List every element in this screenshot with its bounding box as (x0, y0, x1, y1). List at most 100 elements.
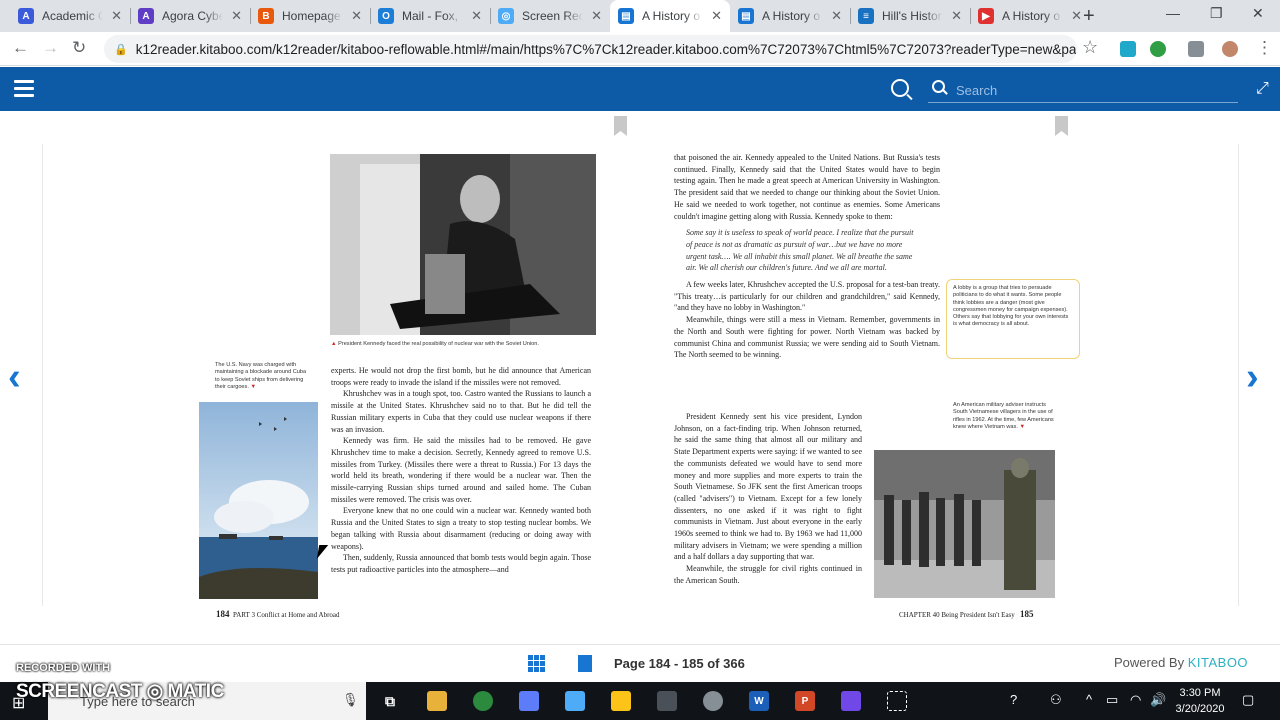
snip-icon[interactable] (887, 691, 907, 711)
bookmark-right-icon[interactable] (1055, 116, 1068, 136)
tab-close-icon[interactable]: ✕ (1071, 8, 1082, 24)
word-icon[interactable]: W (749, 691, 769, 711)
paint-icon[interactable] (519, 691, 539, 711)
fullscreen-icon[interactable]: ⤢ (1256, 80, 1269, 98)
tab-close-icon[interactable]: ✕ (711, 8, 722, 24)
browser-tab[interactable]: ≡ Hill's Histor ✕ (850, 0, 970, 32)
taskbar-clock[interactable]: 3:30 PM 3/20/2020 (1170, 685, 1230, 717)
grid-view-icon[interactable] (528, 655, 547, 672)
reader-header (0, 67, 1280, 111)
tab-close-icon[interactable]: ✕ (831, 8, 842, 24)
bookmark-star-icon[interactable]: ☆ (1082, 37, 1098, 58)
search-icon (932, 80, 945, 93)
page-edge (1238, 144, 1239, 606)
browser-tab[interactable]: ▤ A History o ✕ (730, 0, 850, 32)
browser-toolbar: ← → ↻ 🔒 k12reader.kitaboo.com/k12reader/… (0, 32, 1280, 66)
tab-title: Homepage (282, 9, 341, 23)
app-icon[interactable] (703, 691, 723, 711)
tab-title: A History o (762, 9, 821, 23)
mouse-cursor (316, 545, 329, 559)
microphone-icon[interactable]: 🎙 (342, 692, 359, 708)
tab-favicon-icon: B (258, 8, 274, 24)
media-icon[interactable] (1188, 41, 1204, 57)
tab-close-icon[interactable]: ✕ (951, 8, 962, 24)
sticky-notes-icon[interactable] (611, 691, 631, 711)
back-icon[interactable]: ← (12, 38, 29, 58)
previous-page-arrow-icon[interactable]: ‹ (8, 356, 21, 399)
tab-favicon-icon: ▤ (618, 8, 634, 24)
people-icon[interactable]: ⚇ (1050, 692, 1062, 708)
restore-icon[interactable]: ❐ (1210, 5, 1223, 22)
avatar[interactable] (1222, 41, 1238, 57)
hamburger-menu-icon[interactable] (14, 80, 34, 101)
app-icon[interactable] (841, 691, 861, 711)
tab-close-icon[interactable]: ✕ (351, 8, 362, 24)
page-edge (42, 144, 43, 606)
reader-footer: Page 184 - 185 of 366 Powered By KITABOO (0, 644, 1280, 682)
app-icon[interactable] (565, 691, 585, 711)
address-bar[interactable]: 🔒 k12reader.kitaboo.com/k12reader/kitabo… (104, 35, 1077, 63)
left-page-text: experts. He would not drop the first bom… (331, 366, 591, 574)
chrome-icon[interactable] (473, 691, 493, 711)
browser-tab[interactable]: ▤ A History o ✕ (610, 0, 730, 32)
page-indicator: Page 184 - 185 of 366 (614, 656, 745, 671)
kennedy-photo (330, 154, 596, 335)
tab-close-icon[interactable]: ✕ (591, 8, 602, 24)
powerpoint-icon[interactable]: P (795, 691, 815, 711)
menu-dots-icon[interactable]: ⋮ (1256, 38, 1273, 58)
tab-title: Agora Cybe (162, 9, 224, 23)
screencast-watermark-label: RECORDED WITH (16, 662, 111, 674)
browser-tab[interactable]: A Agora Cybe ✕ (130, 0, 250, 32)
tab-favicon-icon: ▤ (738, 8, 754, 24)
left-folio: 184 PART 3 Conflict at Home and Abroad (216, 609, 340, 619)
calculator-icon[interactable] (657, 691, 677, 711)
screencast-watermark-logo: SCREENCAST ◎ MATIC (16, 681, 224, 702)
single-page-icon[interactable] (578, 655, 592, 672)
bookmark-left-icon[interactable] (614, 116, 627, 136)
right-folio: CHAPTER 40 Being President Isn't Easy 18… (899, 609, 1034, 619)
tab-close-icon[interactable]: ✕ (471, 8, 482, 24)
notifications-icon[interactable]: ▢ (1242, 692, 1254, 708)
url-text: k12reader.kitaboo.com/k12reader/kitaboo-… (135, 41, 1076, 57)
browser-tab[interactable]: ▶ A History o ✕ (970, 0, 1090, 32)
forward-icon[interactable]: → (42, 38, 59, 58)
search-input[interactable] (956, 80, 1226, 100)
help-icon[interactable]: ? (1010, 692, 1017, 707)
tab-title: Academic C (42, 9, 104, 23)
reload-icon[interactable]: ↻ (72, 38, 86, 58)
tab-title: A History o (642, 9, 701, 23)
file-explorer-icon[interactable] (427, 691, 447, 711)
chevron-up-icon[interactable]: ^ (1086, 692, 1092, 707)
extension-icon[interactable] (1120, 41, 1136, 57)
lock-icon: 🔒 (114, 43, 128, 56)
tab-favicon-icon: ◎ (498, 8, 514, 24)
tab-favicon-icon: ▶ (978, 8, 994, 24)
task-view-icon[interactable]: ⧉ (380, 691, 400, 711)
navy-caption: The U.S. Navy was charged with maintaini… (215, 362, 307, 390)
navy-photo (199, 402, 318, 599)
volume-icon[interactable]: 🔊 (1150, 692, 1166, 708)
tab-favicon-icon: A (138, 8, 154, 24)
minimize-icon[interactable]: — (1166, 5, 1180, 21)
tab-close-icon[interactable]: ✕ (231, 8, 242, 24)
tab-title: A History o (1002, 9, 1061, 23)
browser-tab[interactable]: ◎ Screen Rec ✕ (490, 0, 610, 32)
zoom-in-icon[interactable] (891, 79, 909, 97)
battery-icon[interactable]: ▭ (1106, 692, 1118, 708)
browser-tab[interactable]: B Homepage ✕ (250, 0, 370, 32)
browser-tab[interactable]: O Mail - Fox, ✕ (370, 0, 490, 32)
tab-title: Mail - Fox, (402, 9, 459, 23)
wifi-icon[interactable]: ◠ (1130, 692, 1141, 708)
extension-icon[interactable] (1150, 41, 1166, 57)
tab-close-icon[interactable]: ✕ (111, 8, 122, 24)
tab-favicon-icon: O (378, 8, 394, 24)
next-page-arrow-icon[interactable]: › (1246, 356, 1259, 399)
tab-favicon-icon: ≡ (858, 8, 874, 24)
lobby-definition-note: A lobby is a group that tries to persuad… (946, 279, 1080, 359)
browser-tab[interactable]: A Academic C ✕ (10, 0, 130, 32)
close-window-icon[interactable]: ✕ (1252, 5, 1264, 22)
adviser-caption: An American military adviser instructs S… (953, 402, 1054, 430)
tab-title: Hill's Histor (882, 9, 942, 23)
photo-caption: ▲ President Kennedy faced the real possi… (331, 341, 539, 347)
powered-by: Powered By KITABOO (1114, 655, 1249, 670)
